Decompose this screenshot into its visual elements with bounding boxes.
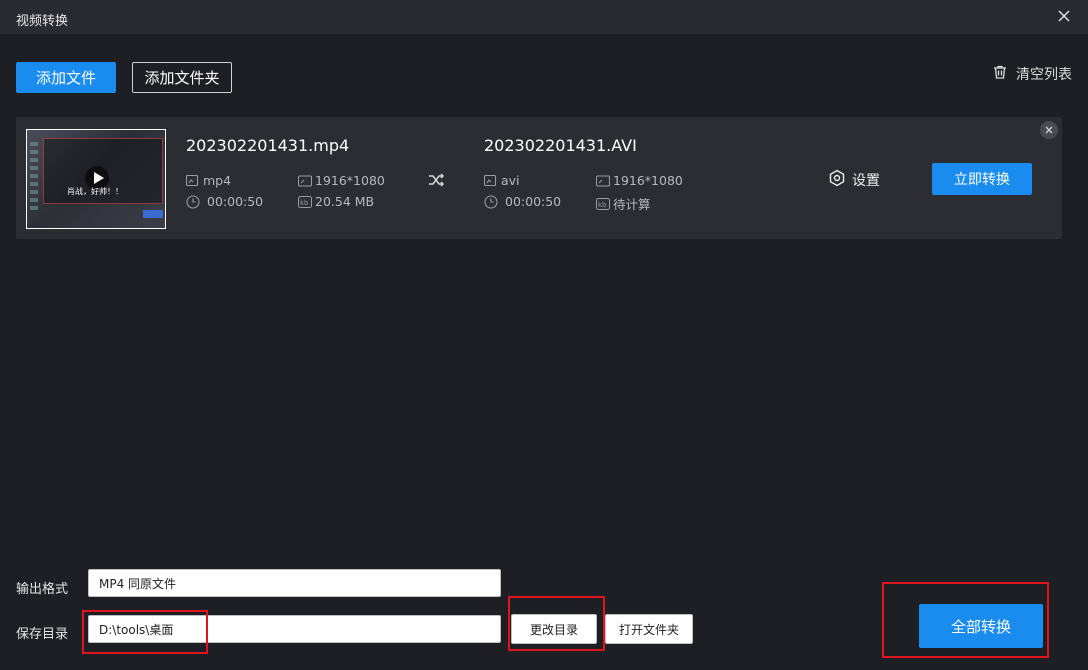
source-format: mp4 (186, 173, 231, 188)
format-icon (186, 174, 199, 186)
target-duration: 00:00:50 (484, 194, 561, 209)
format-icon (484, 174, 497, 186)
open-folder-button[interactable]: 打开文件夹 (605, 614, 693, 644)
convert-all-button[interactable]: 全部转换 (919, 604, 1043, 648)
output-format-label: 输出格式 (16, 582, 69, 597)
convert-now-button[interactable]: 立即转换 (932, 163, 1032, 195)
source-file-name: 202302201431.mp4 (186, 136, 350, 155)
clock-icon (186, 194, 200, 209)
settings-icon (828, 169, 846, 191)
clear-list-button[interactable]: 清空列表 (992, 64, 1072, 84)
change-dir-button[interactable]: 更改目录 (511, 614, 597, 644)
resolution-icon (298, 174, 312, 187)
add-file-button[interactable]: 添加文件 (16, 62, 116, 93)
svg-text:kb: kb (300, 199, 309, 207)
video-thumbnail[interactable]: 肖战，好帅！！ (26, 129, 166, 229)
clock-icon (484, 194, 498, 209)
kb-icon: kb (596, 197, 610, 210)
svg-text:kb: kb (598, 201, 607, 209)
remove-item-icon[interactable] (1040, 121, 1058, 139)
clear-list-label: 清空列表 (1016, 67, 1072, 83)
target-file-name: 202302201431.AVI (484, 136, 637, 155)
source-resolution: 1916*1080 (298, 173, 385, 188)
save-dir-input[interactable]: D:\tools\桌面 (88, 615, 501, 643)
target-size: kb 待计算 (596, 197, 651, 212)
save-dir-label: 保存目录 (16, 627, 69, 642)
shuffle-icon (426, 170, 446, 190)
window-title: 视频转换 (16, 14, 69, 29)
trash-icon (992, 64, 1008, 84)
output-format-select[interactable]: MP4 同原文件 (88, 569, 501, 597)
add-folder-button[interactable]: 添加文件夹 (132, 62, 232, 93)
close-icon[interactable] (1056, 8, 1072, 24)
source-size: kb 20.54 MB (298, 194, 375, 209)
resolution-icon (596, 174, 610, 187)
source-duration: 00:00:50 (186, 194, 263, 209)
thumbnail-text: 肖战，好帅！！ (67, 187, 123, 196)
title-bar: 视频转换 (0, 0, 1088, 34)
target-resolution: 1916*1080 (596, 173, 683, 188)
settings-label: 设置 (852, 173, 880, 189)
settings-button[interactable]: 设置 (828, 169, 880, 191)
target-format: avi (484, 173, 520, 188)
kb-icon: kb (298, 195, 312, 208)
file-item: 肖战，好帅！！ 202302201431.mp4 mp4 1916*1080 0… (16, 117, 1062, 239)
